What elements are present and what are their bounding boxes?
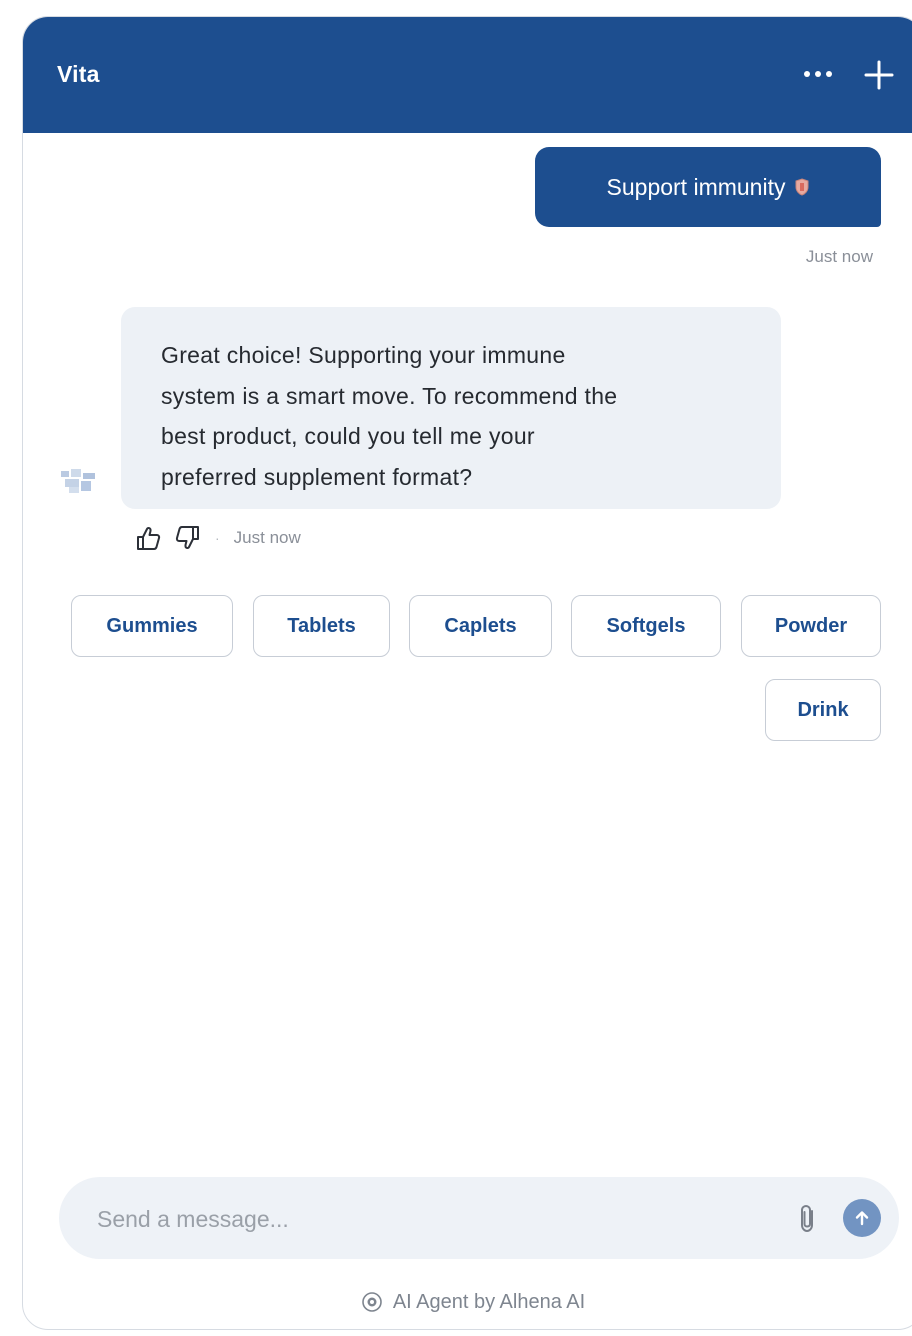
bot-message-timestamp: Just now xyxy=(233,528,301,547)
paperclip-icon[interactable] xyxy=(793,1201,823,1237)
chat-header: Vita xyxy=(23,17,912,133)
option-chip-caplets[interactable]: Caplets xyxy=(409,595,552,657)
thumbs-up-icon[interactable] xyxy=(133,523,163,553)
new-chat-button[interactable] xyxy=(861,57,897,93)
bot-message-text: Great choice! Supporting your immune sys… xyxy=(161,335,741,497)
user-message-timestamp: Just now xyxy=(805,247,873,266)
more-options-button[interactable] xyxy=(797,59,839,89)
user-message-text: Support immunity xyxy=(606,173,786,200)
option-chip-drink[interactable]: Drink xyxy=(765,679,881,741)
feedback-separator: · xyxy=(215,530,220,546)
option-chip-powder[interactable]: Powder xyxy=(741,595,881,657)
ai-agent-icon xyxy=(362,1292,382,1312)
user-message-bubble: Support immunity xyxy=(535,147,881,227)
plus-icon xyxy=(864,60,894,90)
powered-by-footer: AI Agent by Alhena AI xyxy=(23,1287,912,1317)
bot-message-line: best product, could you tell me your xyxy=(161,423,535,449)
bot-avatar xyxy=(61,469,95,493)
bot-message-bubble: Great choice! Supporting your immune sys… xyxy=(121,307,781,509)
bot-message-line: system is a smart move. To recommend the xyxy=(161,382,618,409)
bot-message-line: Great choice! Supporting your immune xyxy=(161,342,566,368)
powered-by-text: AI Agent by Alhena AI xyxy=(392,1290,586,1313)
chat-title: Vita xyxy=(57,61,100,87)
ellipsis-icon xyxy=(804,71,810,77)
bot-message-line: preferred supplement format? xyxy=(161,463,473,490)
message-composer xyxy=(59,1177,899,1259)
message-input[interactable] xyxy=(95,1197,739,1241)
option-chip-gummies[interactable]: Gummies xyxy=(71,595,233,657)
thumbs-down-icon[interactable] xyxy=(173,523,203,553)
message-feedback-row: · Just now xyxy=(133,523,301,553)
send-button[interactable] xyxy=(843,1199,881,1237)
chat-widget: Vita Support immunity Just now Great cho… xyxy=(22,16,912,1330)
option-chip-softgels[interactable]: Softgels xyxy=(571,595,721,657)
arrow-up-icon xyxy=(855,1211,869,1226)
shield-icon xyxy=(795,178,809,196)
option-chip-tablets[interactable]: Tablets xyxy=(253,595,390,657)
